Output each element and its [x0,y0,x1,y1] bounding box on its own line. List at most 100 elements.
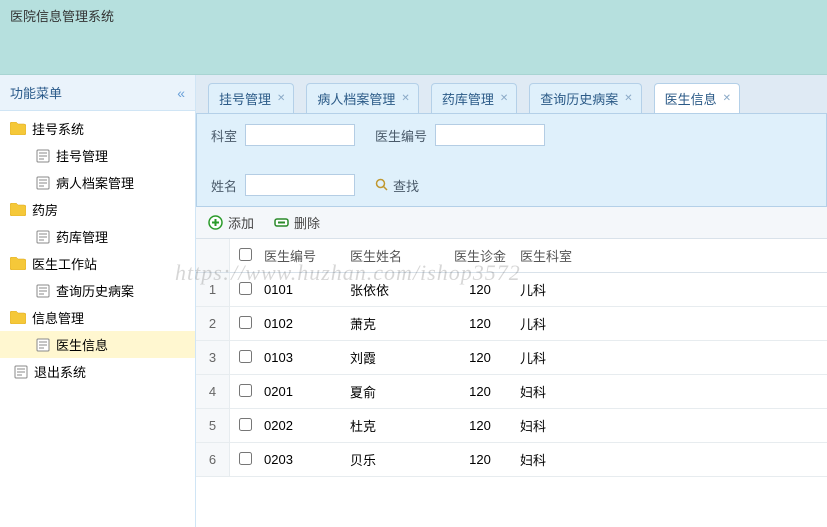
tab-label: 挂号管理 [219,89,271,108]
tab-close-icon[interactable]: ✕ [500,93,508,104]
tree-node-退出系统[interactable]: 退出系统 [0,358,195,385]
tree-label: 信息管理 [32,308,84,327]
tree-node-查询历史病案[interactable]: 查询历史病案 [0,277,195,304]
folder-icon [10,203,26,216]
cell-code: 0103 [260,350,350,365]
tree-label: 医生信息 [56,335,108,354]
tree-node-病人档案管理[interactable]: 病人档案管理 [0,169,195,196]
add-icon [208,215,223,230]
sidebar-collapse-icon[interactable]: « [177,85,185,101]
sidebar-title: 功能菜单 [10,83,62,102]
cell-checkbox[interactable] [230,452,260,468]
cell-fee: 120 [440,384,520,399]
tab-close-icon[interactable]: ✕ [723,93,731,104]
tree-node-信息管理[interactable]: 信息管理 [0,304,195,331]
table-row[interactable]: 10101张依依120儿科 [196,273,827,307]
col-header-dept[interactable]: 医生科室 [520,246,620,265]
filter-name-input[interactable] [245,174,355,196]
delete-label: 删除 [294,213,320,232]
cell-checkbox[interactable] [230,350,260,366]
cell-fee: 120 [440,282,520,297]
cell-checkbox[interactable] [230,282,260,298]
tree-label: 挂号系统 [32,119,84,138]
tab-label: 病人档案管理 [317,89,395,108]
tree-node-医生工作站[interactable]: 医生工作站 [0,250,195,277]
cell-fee: 120 [440,350,520,365]
cell-dept: 妇科 [520,382,620,401]
cell-name: 夏俞 [350,382,440,401]
tab-挂号管理[interactable]: 挂号管理 ✕ [208,83,294,113]
cell-dept: 妇科 [520,416,620,435]
table-row[interactable]: 50202杜克120妇科 [196,409,827,443]
tab-close-icon[interactable]: ✕ [277,93,285,104]
col-header-fee[interactable]: 医生诊金 [440,246,520,265]
tab-医生信息[interactable]: 医生信息✕ [654,83,740,113]
search-button[interactable]: 查找 [375,176,419,195]
cell-checkbox[interactable] [230,418,260,434]
tab-查询历史病案[interactable]: 查询历史病案✕ [529,83,641,113]
tab-close-icon[interactable]: ✕ [401,93,409,104]
tree-node-挂号管理[interactable]: 挂号管理 [0,142,195,169]
cell-code: 0203 [260,452,350,467]
table-row[interactable]: 20102萧克120儿科 [196,307,827,341]
nav-tree: 挂号系统挂号管理病人档案管理药房药库管理医生工作站查询历史病案信息管理医生信息退… [0,111,195,389]
tree-node-医生信息[interactable]: 医生信息 [0,331,195,358]
col-header-checkbox[interactable] [230,248,260,264]
cell-index: 4 [196,375,230,408]
cell-fee: 120 [440,418,520,433]
filter-name-label: 姓名 [211,176,237,195]
cell-code: 0202 [260,418,350,433]
tab-病人档案管理[interactable]: 病人档案管理 ✕ [306,83,418,113]
filter-dept-label: 科室 [211,126,237,145]
cell-index: 2 [196,307,230,340]
cell-checkbox[interactable] [230,384,260,400]
file-icon [36,284,50,298]
tree-node-挂号系统[interactable]: 挂号系统 [0,115,195,142]
tree-label: 药房 [32,200,58,219]
cell-checkbox[interactable] [230,316,260,332]
file-icon [36,149,50,163]
cell-name: 萧克 [350,314,440,333]
search-label: 查找 [393,176,419,195]
delete-icon [274,215,289,230]
folder-icon [10,122,26,135]
cell-fee: 120 [440,452,520,467]
filter-code-input[interactable] [435,124,545,146]
tree-node-药房[interactable]: 药房 [0,196,195,223]
col-header-index [196,239,230,272]
file-icon [36,176,50,190]
cell-code: 0102 [260,316,350,331]
cell-index: 5 [196,409,230,442]
cell-index: 6 [196,443,230,476]
col-header-name[interactable]: 医生姓名 [350,246,440,265]
sidebar: 功能菜单 « 挂号系统挂号管理病人档案管理药房药库管理医生工作站查询历史病案信息… [0,75,196,527]
filter-bar: 科室 医生编号 姓名 查找 [196,113,827,207]
tab-close-icon[interactable]: ✕ [624,93,632,104]
cell-name: 张依依 [350,280,440,299]
add-button[interactable]: 添加 [208,213,254,232]
cell-dept: 儿科 [520,314,620,333]
cell-dept: 儿科 [520,348,620,367]
file-icon [36,338,50,352]
grid-header-row: 医生编号 医生姓名 医生诊金 医生科室 [196,239,827,273]
cell-index: 3 [196,341,230,374]
data-grid: 医生编号 医生姓名 医生诊金 医生科室 10101张依依120儿科2 0102萧克… [196,239,827,527]
col-header-code[interactable]: 医生编号 [260,246,350,265]
folder-icon [10,311,26,324]
delete-button[interactable]: 删除 [274,213,320,232]
tree-node-药库管理[interactable]: 药库管理 [0,223,195,250]
tree-label: 挂号管理 [56,146,108,165]
table-row[interactable]: 40201夏俞120妇科 [196,375,827,409]
filter-dept-input[interactable] [245,124,355,146]
table-row[interactable]: 60203贝乐120妇科 [196,443,827,477]
cell-code: 0101 [260,282,350,297]
tree-label: 药库管理 [56,227,108,246]
main-panel: 挂号管理✕病人档案管理✕药库管理✕查询历史病案✕医生信息✕ 科室 医生编号 姓名… [196,75,827,527]
filter-code-label: 医生编号 [375,126,427,145]
table-row[interactable]: 30103刘霞120儿科 [196,341,827,375]
tab-药库管理[interactable]: 药库管理✕ [431,83,517,113]
folder-icon [10,257,26,270]
tab-bar: 挂号管理✕病人档案管理✕药库管理✕查询历史病案✕医生信息✕ [196,75,827,113]
tree-label: 病人档案管理 [56,173,134,192]
tree-label: 退出系统 [34,362,86,381]
